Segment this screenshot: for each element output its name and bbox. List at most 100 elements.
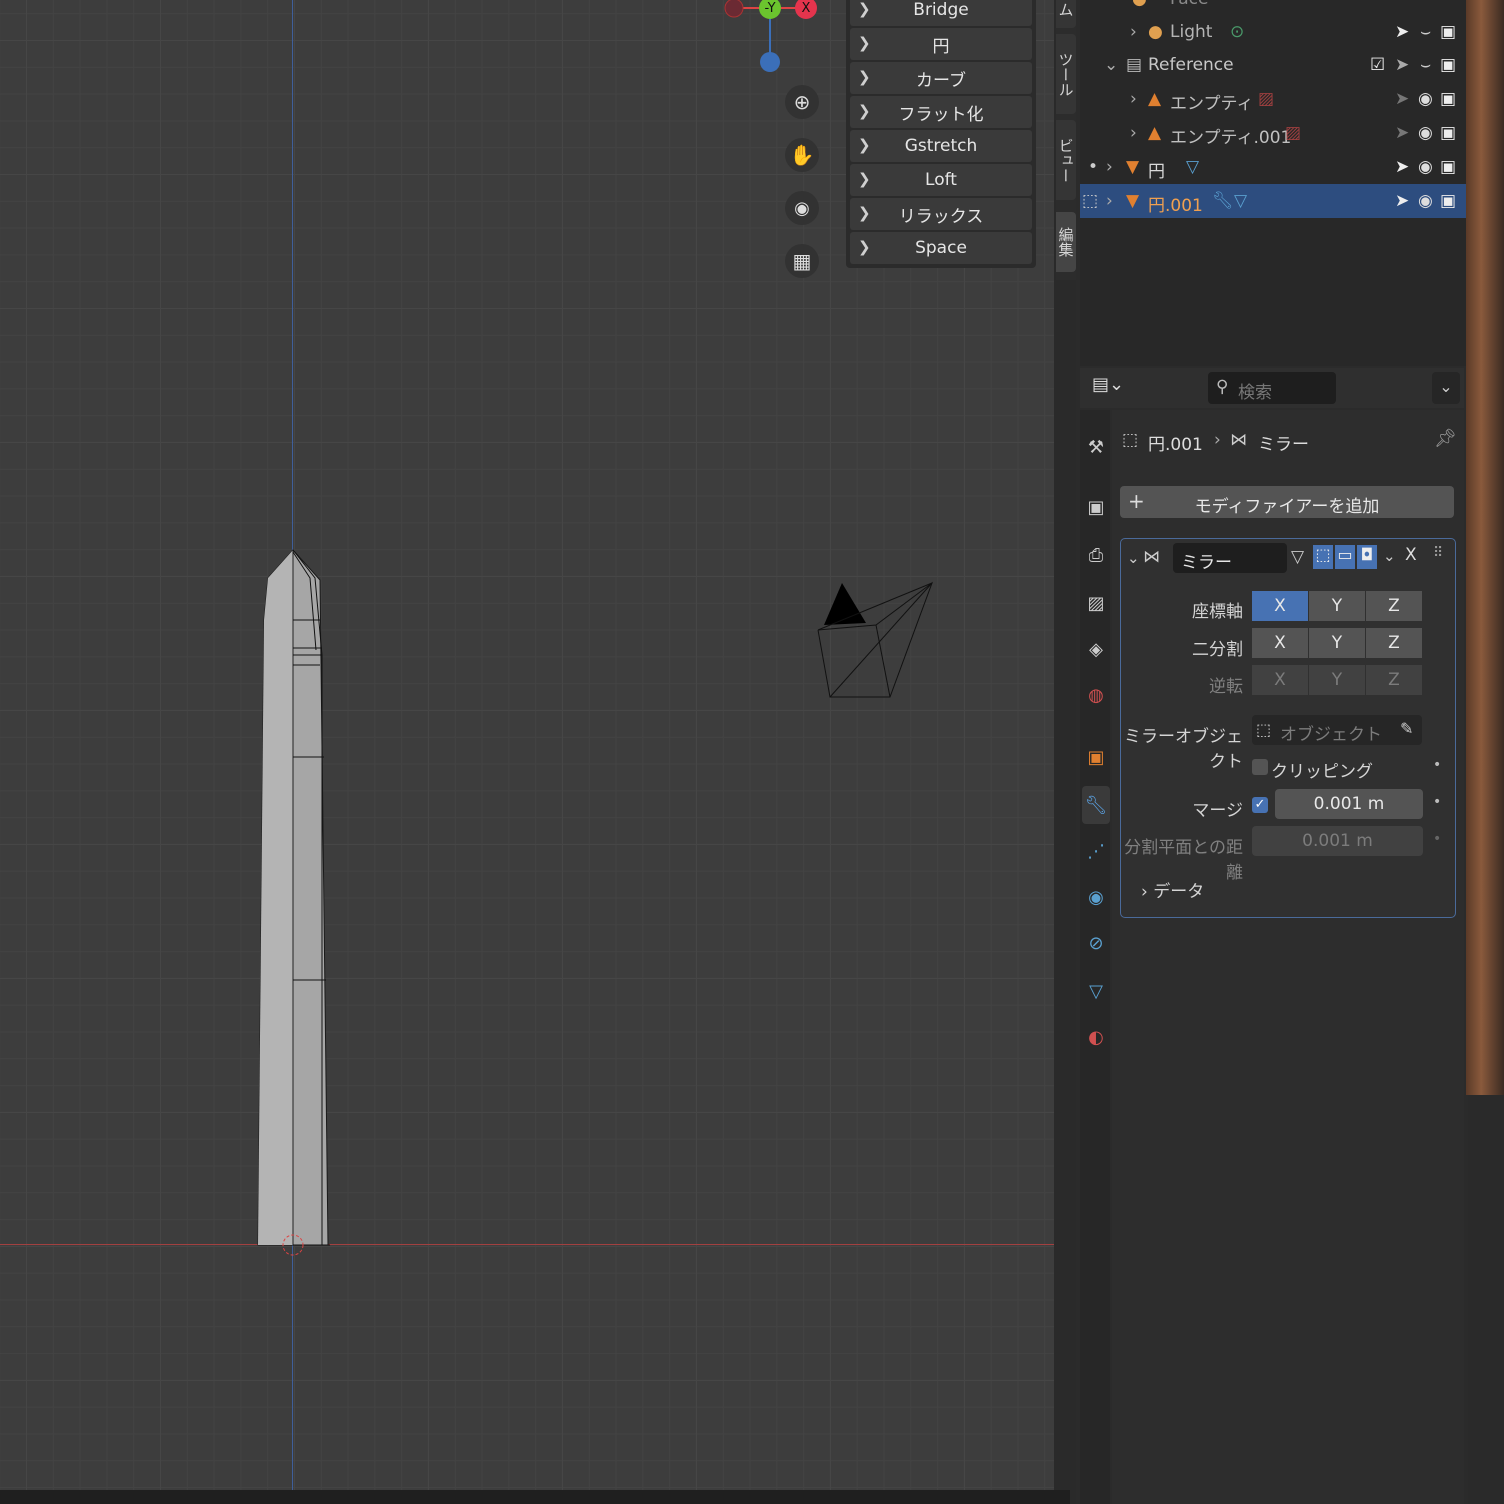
eye-icon[interactable]: ◉ (1418, 89, 1433, 109)
viewport-display-icon[interactable]: ▭ (1335, 545, 1355, 569)
3d-viewport[interactable]: -Y X ⊕ ✋ ◉ ▦ ❯ Bridge ❯ 円 ❯ カーブ ❯ フラット化 ❯ Gst… (0, 0, 1054, 1490)
outliner-row-reference[interactable]: ⌄ ▤ Reference ☑ ➤ ⌣ ▣ (1080, 48, 1466, 82)
eye-icon[interactable]: ◉ (1418, 123, 1433, 143)
material-icon[interactable]: ◐ (1084, 1022, 1108, 1052)
modifier-wrench-icon[interactable]: 🔧︎ (1082, 786, 1110, 824)
menu-item-relax[interactable]: ❯ リラックス (850, 198, 1032, 230)
background-image-edge (1466, 0, 1504, 1095)
axis-z-button[interactable]: Z (1366, 591, 1422, 621)
checkbox-icon[interactable]: ☑ (1370, 55, 1385, 75)
chevron-down-icon[interactable]: ⌄ (1127, 549, 1140, 567)
chevron-down-icon[interactable]: ⌄ (1383, 547, 1396, 565)
editor-type-icon[interactable]: ▤⌄ (1092, 374, 1124, 402)
zoom-button[interactable]: ⊕ (785, 85, 819, 119)
eye-icon[interactable]: ◉ (1418, 191, 1433, 211)
outliner-row-face[interactable]: ● Face (1080, 0, 1466, 16)
axis-x-button[interactable]: X (1252, 591, 1308, 621)
view-layer-icon[interactable]: ▨ (1084, 588, 1108, 618)
drag-handle-icon[interactable]: ⠿ (1433, 545, 1443, 561)
camera-render-icon[interactable]: ▣ (1440, 55, 1456, 75)
keyframe-dot-icon[interactable]: • (1433, 757, 1441, 773)
select-arrow-icon[interactable]: ➤ (1395, 157, 1409, 177)
camera-view-button[interactable]: ◉ (785, 191, 819, 225)
bisect-y-button[interactable]: Y (1309, 628, 1365, 658)
camera-render-icon[interactable]: ▣ (1440, 157, 1456, 177)
tool-icon[interactable]: ⚒ (1084, 432, 1108, 462)
add-modifier-button[interactable]: + モディファイアーを追加 (1120, 486, 1454, 518)
chevron-right-icon: ❯ (858, 102, 871, 120)
select-arrow-icon[interactable]: ➤ (1395, 123, 1409, 143)
outliner-row-empty-001[interactable]: › ▲ エンプティ.001 ▨ ➤ ◉ ▣ (1080, 116, 1466, 150)
menu-item-flatten[interactable]: ❯ フラット化 (850, 96, 1032, 128)
eyedropper-icon[interactable]: ✎ (1400, 719, 1413, 738)
render-camera-icon[interactable]: ◘ (1357, 545, 1377, 569)
camera-object[interactable] (810, 575, 940, 705)
camera-render-icon[interactable]: ▣ (1440, 123, 1456, 143)
bisect-z-button[interactable]: Z (1366, 628, 1422, 658)
mesh-data-icon[interactable]: ▽ (1084, 976, 1108, 1006)
keyframe-dot-icon[interactable]: • (1433, 794, 1441, 810)
camera-render-icon[interactable]: ▣ (1440, 191, 1456, 211)
hidden-eye-icon[interactable]: ⌣ (1420, 55, 1431, 75)
chevron-right-icon: ❯ (858, 238, 871, 256)
render-icon[interactable]: ▣ (1084, 492, 1108, 522)
modifier-name-field[interactable]: ミラー (1173, 543, 1287, 573)
light-bulb-icon: ● (1148, 22, 1163, 42)
tab-edit[interactable]: 編集 (1056, 212, 1076, 272)
physics-icon[interactable]: ◉ (1084, 882, 1108, 912)
data-subpanel-header[interactable]: › データ (1141, 877, 1204, 902)
pin-icon[interactable]: 📌︎ (1434, 428, 1457, 449)
select-arrow-icon[interactable]: ➤ (1395, 55, 1409, 75)
clipping-checkbox[interactable] (1252, 759, 1268, 775)
outliner-row-circle[interactable]: • › ▼ 円 ▽ ➤ ◉ ▣ (1080, 150, 1466, 184)
hidden-eye-icon[interactable]: ⌣ (1420, 22, 1431, 42)
editmode-cage-icon[interactable]: ▽ (1291, 547, 1304, 567)
flip-z-button[interactable]: Z (1366, 665, 1422, 695)
menu-item-bridge[interactable]: ❯ Bridge (850, 0, 1032, 26)
merge-checkbox[interactable]: ✓ (1252, 797, 1268, 813)
options-dropdown[interactable]: ⌄ (1432, 372, 1460, 404)
constraints-icon[interactable]: ⊘ (1084, 928, 1108, 958)
remove-modifier-button[interactable]: X (1405, 545, 1417, 565)
bisect-x-button[interactable]: X (1252, 628, 1308, 658)
bisect-distance-field[interactable]: 0.001 m (1252, 826, 1423, 856)
perspective-toggle-button[interactable]: ▦ (785, 244, 819, 278)
menu-item-gstretch[interactable]: ❯ Gstretch (850, 130, 1032, 162)
particles-icon[interactable]: ⋰ (1084, 836, 1108, 866)
pan-button[interactable]: ✋ (785, 138, 819, 172)
camera-render-icon[interactable]: ▣ (1440, 22, 1456, 42)
camera-render-icon[interactable]: ▣ (1440, 89, 1456, 109)
flip-x-button[interactable]: X (1252, 665, 1308, 695)
flip-y-button[interactable]: Y (1309, 665, 1365, 695)
tab-view[interactable]: ビュー (1056, 120, 1076, 200)
menu-item-circle[interactable]: ❯ 円 (850, 28, 1032, 60)
object-icon: ⬚ (1256, 720, 1272, 739)
outliner-row-circle-001[interactable]: ⬚ › ▼ 円.001 🔧︎ ▽ ➤ ◉ ▣ (1080, 184, 1466, 218)
object-icon[interactable]: ▣ (1084, 742, 1108, 772)
select-arrow-icon[interactable]: ➤ (1395, 22, 1409, 42)
mesh-object[interactable] (250, 540, 350, 1280)
axis-y-button[interactable]: Y (1309, 591, 1365, 621)
outliner-row-empty[interactable]: › ▲ エンプティ ▨ ➤ ◉ ▣ (1080, 82, 1466, 116)
eye-icon[interactable]: ◉ (1418, 157, 1433, 177)
menu-item-loft[interactable]: ❯ Loft (850, 164, 1032, 196)
menu-item-space[interactable]: ❯ Space (850, 232, 1032, 264)
select-arrow-icon[interactable]: ➤ (1395, 191, 1409, 211)
output-icon[interactable]: ⎙ (1084, 540, 1108, 570)
scene-icon[interactable]: ◈ (1084, 634, 1108, 664)
navigation-gizmo[interactable]: -Y X (720, 0, 830, 80)
search-field[interactable]: ⚲ 検索 (1208, 372, 1336, 404)
tab-tool[interactable]: ツール (1056, 34, 1076, 114)
select-arrow-icon[interactable]: ➤ (1395, 89, 1409, 109)
mirror-object-field[interactable]: ⬚ オブジェクト ✎ (1252, 715, 1422, 745)
merge-distance-field[interactable]: 0.001 m (1275, 789, 1423, 819)
outliner-row-light[interactable]: › ● Light ⊙ ➤ ⌣ ▣ (1080, 15, 1466, 49)
editmode-icon[interactable]: ⬚ (1313, 545, 1333, 569)
menu-item-curve[interactable]: ❯ カーブ (850, 62, 1032, 94)
chevron-right-icon: › (1130, 123, 1137, 143)
chevron-down-icon: ⌄ (1104, 55, 1119, 75)
mesh-data-icon: ▽ (1186, 157, 1200, 177)
keyframe-dot-icon[interactable]: • (1433, 831, 1441, 847)
world-icon[interactable]: ◍ (1084, 680, 1108, 710)
tab-item[interactable]: ム (1056, 0, 1076, 28)
